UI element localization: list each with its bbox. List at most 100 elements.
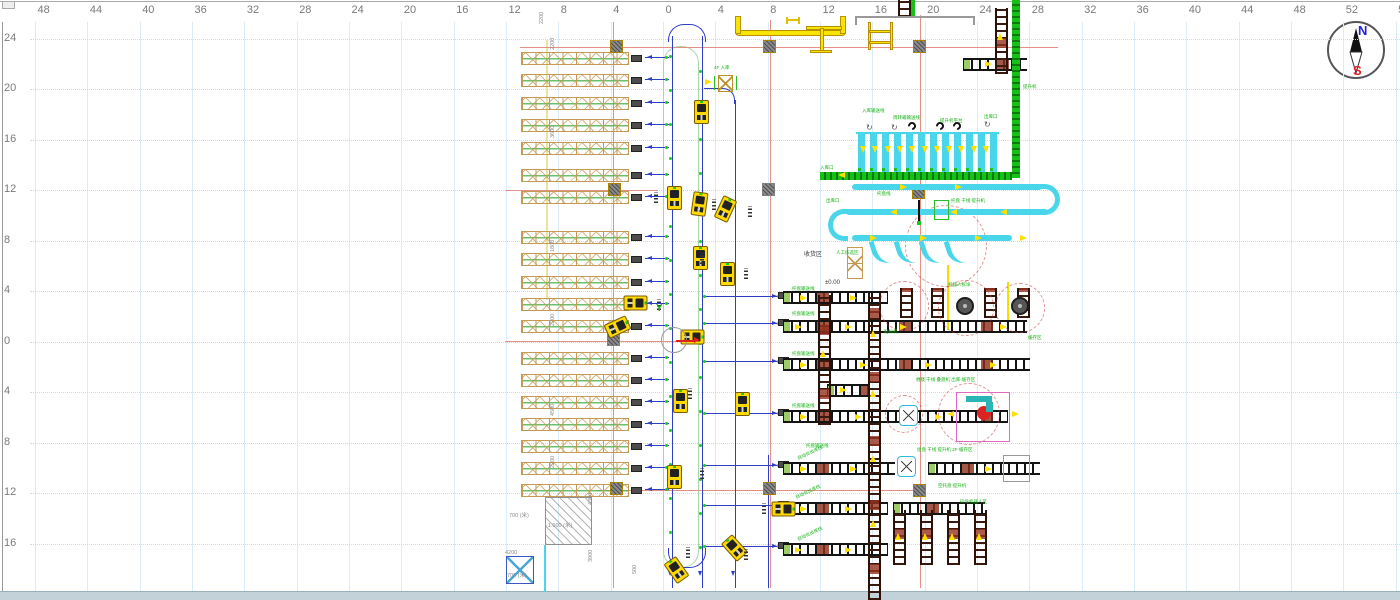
agv-id-tag <box>744 549 748 560</box>
path-node <box>669 361 672 364</box>
agv-trunk-path <box>735 100 736 588</box>
equipment-label: 机器人拆垛 <box>948 283 971 288</box>
agv-connector-path <box>703 505 782 506</box>
ruler-top-label: 20 <box>927 5 939 16</box>
grid-vertical-line <box>192 22 193 591</box>
agv-vehicle <box>667 186 682 210</box>
horizontal-scrollbar[interactable] <box>0 591 1400 600</box>
agv-id-tag <box>748 206 752 217</box>
cyan-refline <box>544 545 546 592</box>
rotate-symbol-icon: ↻ <box>866 124 873 132</box>
grid-vertical-line <box>1082 22 1083 591</box>
ruler-top-label: 36 <box>1137 5 1149 16</box>
storage-rack-row <box>521 374 629 387</box>
rack-dock <box>631 443 642 450</box>
storage-rack-row <box>521 119 629 132</box>
sorter-station-cap <box>917 221 921 225</box>
rack-dock <box>631 465 642 472</box>
flow-arrow-icon <box>950 209 957 215</box>
transfer-station-bracket <box>714 76 715 90</box>
agv-trunk-path <box>672 36 673 588</box>
flow-arrow-icon <box>1000 209 1007 215</box>
ruler-top-label: 16 <box>456 5 468 16</box>
path-node <box>699 546 702 549</box>
ruler-top-label: 48 <box>1294 5 1306 16</box>
ruler-top-label: 24 <box>352 5 364 16</box>
path-node <box>699 410 702 413</box>
flow-arrow-icon <box>922 533 928 540</box>
overhead-path-h <box>890 22 893 50</box>
lift-station <box>897 456 916 477</box>
grid-vertical-line <box>506 22 507 591</box>
path-arrow-icon <box>647 256 652 260</box>
agv-vehicle <box>694 100 709 124</box>
layout-canvas[interactable]: N S 484440363228242016128404812162024283… <box>0 0 1400 600</box>
equipment-label: 人工拣选区 <box>836 251 859 256</box>
path-node <box>665 444 668 447</box>
grid-vertical-line <box>401 22 402 591</box>
ruler-top-label: 48 <box>38 5 50 16</box>
agv-connector-path <box>703 323 782 324</box>
dimension-label: 2200 <box>540 12 546 24</box>
equipment-label: 4F 入库 <box>714 66 730 71</box>
dimension-label: 500 <box>633 565 639 574</box>
grid-vertical-line <box>1134 22 1135 591</box>
station-marker <box>763 482 776 495</box>
flow-arrow-icon <box>845 506 852 512</box>
storage-rack-row <box>521 440 629 453</box>
path-arrow-icon <box>647 55 652 59</box>
agv-id-tag <box>700 253 704 264</box>
ruler-top-label: 8 <box>770 5 776 16</box>
agv-connector-path <box>703 361 782 362</box>
equipment-label: 提升机 <box>1023 85 1037 90</box>
path-node <box>669 531 672 534</box>
flow-arrow-icon <box>860 362 867 368</box>
path-node <box>699 308 702 311</box>
path-node <box>665 56 668 59</box>
ruler-top-label: 12 <box>823 5 835 16</box>
flow-arrow-icon <box>705 79 712 85</box>
flow-arrow-icon <box>997 33 1003 40</box>
storage-rack-row <box>521 396 629 409</box>
dimension-label: 700 (米) <box>509 514 529 520</box>
rack-dock <box>631 377 642 384</box>
equipment-label: 托盘输送线 <box>792 312 815 317</box>
flow-arrow-icon <box>947 411 954 417</box>
grid-horizontal-line <box>30 39 1400 40</box>
rack-dock <box>631 55 642 62</box>
station-marker <box>762 183 775 196</box>
equipment-label: 缓存区 <box>1028 336 1042 341</box>
path-node <box>699 172 702 175</box>
trunk-uturn-top <box>668 24 706 42</box>
ruler-top-label: 0 <box>666 5 672 16</box>
equipment-label: 托盘 干线 提升机 <box>951 199 985 204</box>
rack-dock <box>631 323 642 330</box>
equipment-label: 托盘输送线 <box>792 287 815 292</box>
ruler-left-label: 0 <box>4 336 10 347</box>
agv-vehicle <box>624 296 648 311</box>
path-node <box>703 295 706 298</box>
flow-arrow-icon <box>850 466 857 472</box>
lift-station <box>899 405 918 426</box>
grid-vertical-line <box>35 22 36 591</box>
ruler-left-label: 8 <box>4 235 10 246</box>
path-arrow-icon <box>647 234 652 238</box>
agv-vehicle <box>720 262 735 286</box>
agv-trunk-path <box>768 455 769 588</box>
sorter-arrow-icon <box>909 146 915 153</box>
ruler-left-label: 20 <box>4 83 16 94</box>
robot-reach-circle <box>938 280 994 336</box>
equipment-label: 托盘线 <box>877 192 891 197</box>
path-node <box>669 123 672 126</box>
sorter-arrow-icon <box>885 146 891 153</box>
storage-rack-row <box>521 74 629 87</box>
flow-arrow-icon <box>800 362 807 368</box>
ruler-top-label: 8 <box>561 5 567 16</box>
path-node <box>669 293 672 296</box>
flow-arrow-icon <box>895 533 901 540</box>
flow-arrow-icon <box>870 520 876 527</box>
storage-rack-row <box>521 142 629 155</box>
agv-vehicle <box>667 465 682 489</box>
equipment-label: 出库口 <box>826 199 840 204</box>
storage-rack-row <box>521 418 629 431</box>
